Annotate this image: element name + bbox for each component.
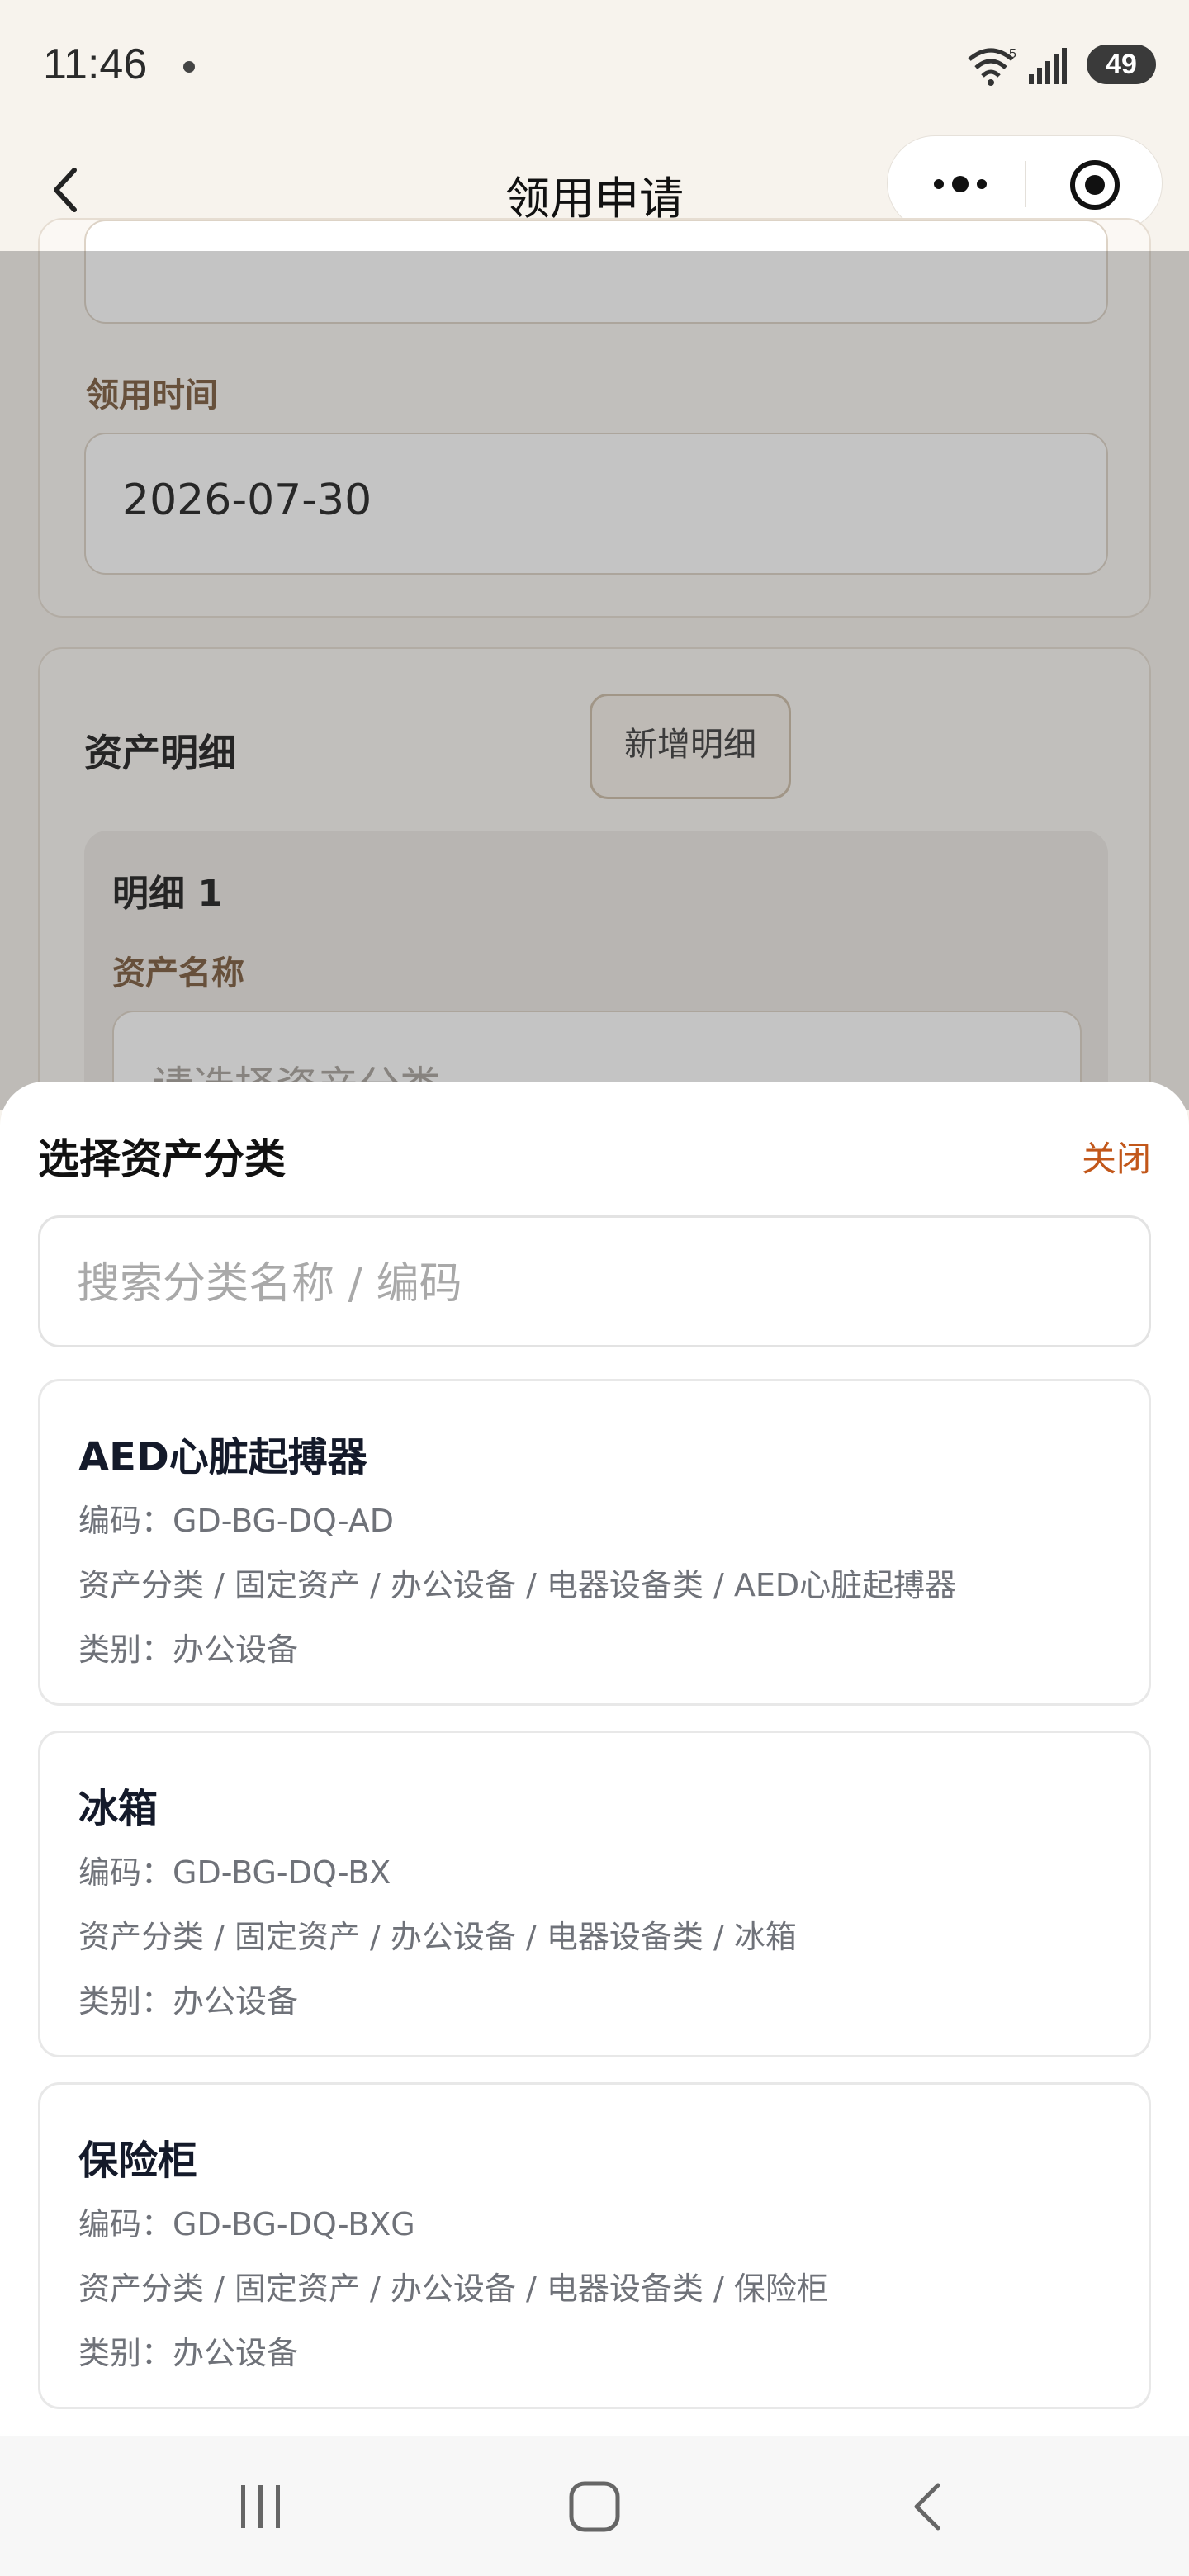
status-icons: 5 49 [966,41,1156,88]
category-type: 类别：办公设备 [78,1631,299,1668]
category-code: 编码：GD-BG-DQ-BX [78,1854,391,1891]
more-icon[interactable] [927,168,993,201]
category-code: 编码：GD-BG-DQ-AD [78,1503,394,1539]
category-item[interactable]: AED心脏起搏器 编码：GD-BG-DQ-AD 资产分类 / 固定资产 / 办公… [38,1379,1151,1706]
category-type: 类别：办公设备 [78,1983,299,2020]
category-name: 保险柜 [78,2138,198,2184]
wifi-icon: 5 [968,47,1016,86]
category-path: 资产分类 / 固定资产 / 办公设备 / 电器设备类 / 保险柜 [78,2271,828,2307]
system-back-icon[interactable] [907,2480,948,2533]
search-input[interactable] [77,1251,1117,1317]
category-name: AED心脏起搏器 [78,1434,367,1480]
category-path: 资产分类 / 固定资产 / 办公设备 / 电器设备类 / AED心脏起搏器 [78,1567,957,1603]
sheet-title: 选择资产分类 [38,1135,286,1183]
system-nav-bar [0,2436,1189,2576]
battery-indicator: 49 [1087,45,1156,84]
search-box [38,1215,1151,1347]
status-bar: 11:46 5 49 [0,0,1189,132]
signal-icon [1029,48,1067,84]
wifi-badge: 5 [1009,47,1016,61]
capsule-divider [1025,161,1026,207]
category-type: 类别：办公设备 [78,2335,299,2371]
category-code: 编码：GD-BG-DQ-BXG [78,2206,415,2242]
category-picker-sheet: 选择资产分类 关闭 AED心脏起搏器 编码：GD-BG-DQ-AD 资产分类 /… [0,1082,1189,2436]
recent-apps-icon[interactable] [236,2482,286,2531]
category-path: 资产分类 / 固定资产 / 办公设备 / 电器设备类 / 冰箱 [78,1919,797,1955]
notification-dot [183,61,195,73]
mini-program-capsule [887,135,1163,231]
category-item[interactable]: 保险柜 编码：GD-BG-DQ-BXG 资产分类 / 固定资产 / 办公设备 /… [38,2082,1151,2409]
modal-overlay[interactable] [0,251,1189,1110]
category-item[interactable]: 冰箱 编码：GD-BG-DQ-BX 资产分类 / 固定资产 / 办公设备 / 电… [38,1731,1151,2057]
close-button[interactable]: 关闭 [1082,1131,1151,1181]
home-icon[interactable] [568,2480,621,2533]
category-name: 冰箱 [78,1786,159,1832]
target-icon[interactable] [1068,158,1122,212]
status-time: 11:46 [43,40,148,88]
